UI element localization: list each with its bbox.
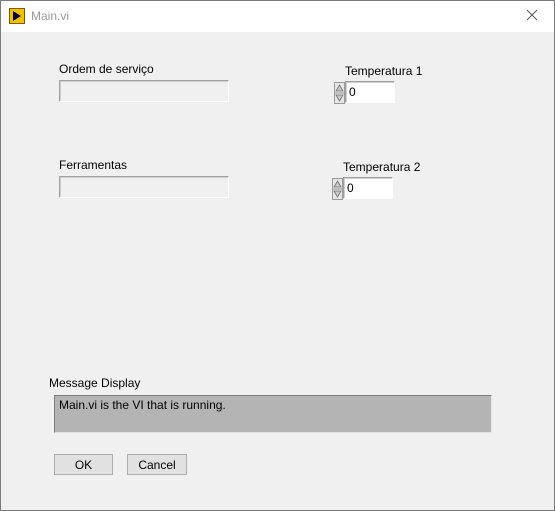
close-button[interactable]: [510, 1, 554, 32]
temperatura-2-control: 0: [332, 177, 395, 200]
ordem-de-servico-label: Ordem de serviço: [59, 62, 154, 76]
temperatura-2-label: Temperatura 2: [343, 160, 421, 174]
message-display-label: Message Display: [49, 376, 141, 390]
message-display: Main.vi is the VI that is running.: [54, 395, 492, 433]
close-icon: [526, 8, 538, 26]
labview-vi-icon: [9, 8, 25, 24]
temperatura-1-label: Temperatura 1: [345, 64, 423, 78]
ok-button[interactable]: OK: [54, 454, 113, 475]
temperatura-1-control: 0: [334, 81, 397, 104]
window-title: Main.vi: [31, 9, 70, 23]
temperatura-1-input[interactable]: 0: [345, 81, 395, 103]
main-window: Main.vi Ordem de serviço Ferramentas Tem…: [0, 0, 555, 511]
title-bar: Main.vi: [1, 1, 554, 32]
ferramentas-field[interactable]: [59, 176, 229, 198]
ferramentas-label: Ferramentas: [59, 158, 128, 172]
ordem-de-servico-field[interactable]: [59, 80, 229, 102]
cancel-button[interactable]: Cancel: [127, 454, 187, 475]
increment-decrement-icon[interactable]: [334, 82, 345, 104]
temperatura-2-input[interactable]: 0: [343, 177, 393, 199]
increment-decrement-icon[interactable]: [332, 178, 343, 200]
